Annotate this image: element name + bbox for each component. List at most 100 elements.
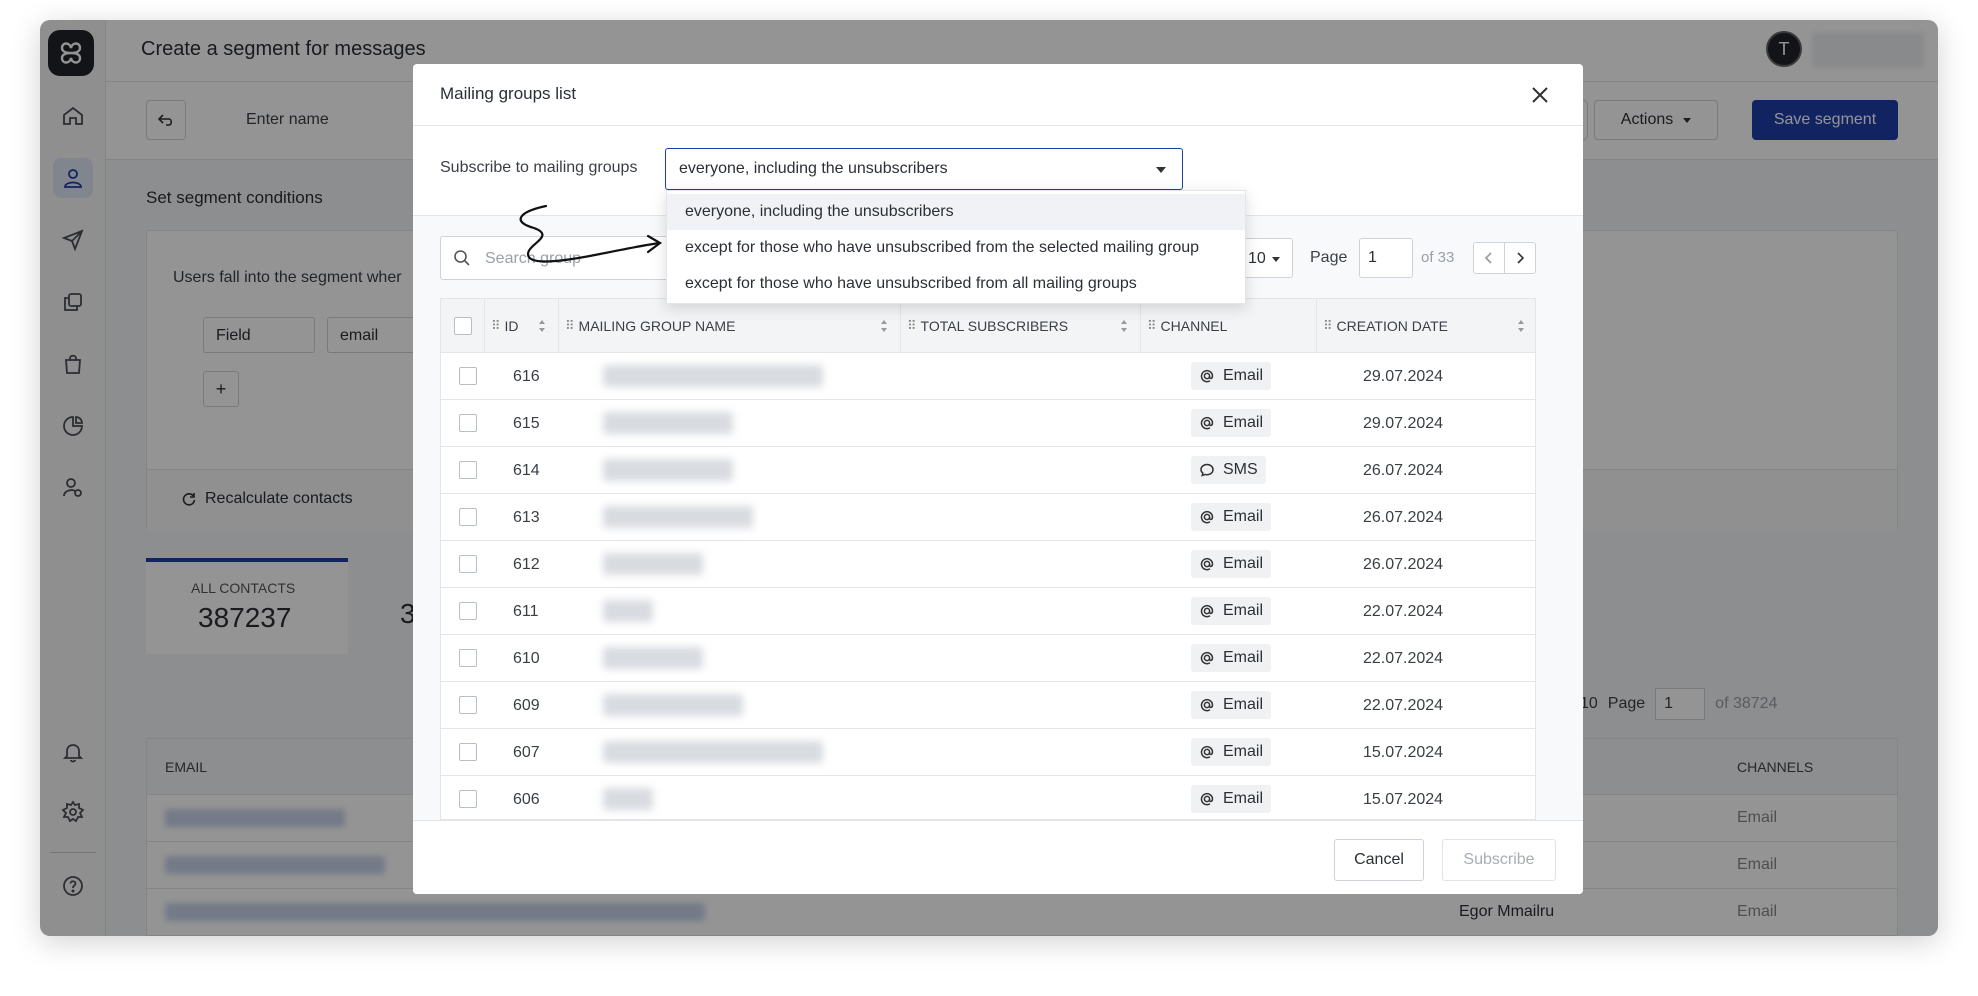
row-date: 29.07.2024 (1363, 368, 1444, 385)
row-date: 26.07.2024 (1363, 462, 1444, 479)
at-icon (1200, 745, 1214, 759)
page-label: Page (1310, 249, 1348, 266)
col-id[interactable]: ⠿ ID (485, 299, 559, 353)
table-row[interactable]: 609 Email 22.07.2024 (441, 682, 1535, 729)
modal-title: Mailing groups list (440, 84, 577, 103)
at-icon (1200, 604, 1214, 618)
row-id: 613 (513, 509, 540, 526)
option-everyone[interactable]: everyone, including the unsubscribers (667, 194, 1245, 230)
table-row[interactable]: 614 SMS 26.07.2024 (441, 447, 1535, 494)
close-icon[interactable] (1527, 82, 1553, 108)
sort-icon[interactable] (1517, 319, 1525, 333)
col-channel[interactable]: ⠿ CHANNEL (1141, 299, 1317, 353)
table-row[interactable]: 616 Email 29.07.2024 (441, 353, 1535, 400)
drag-handle-icon[interactable]: ⠿ (1147, 318, 1156, 334)
page-of: of 33 (1421, 249, 1455, 266)
channel-label: Email (1223, 696, 1264, 713)
col-date[interactable]: ⠿ CREATION DATE (1317, 299, 1535, 353)
select-all-checkbox[interactable] (453, 317, 472, 335)
row-date: 22.07.2024 (1363, 603, 1444, 620)
select-all-cell (441, 299, 485, 353)
blurred-group-name (603, 788, 653, 810)
table-row[interactable]: 610 Email 22.07.2024 (441, 635, 1535, 682)
sort-icon[interactable] (880, 319, 888, 333)
col-total-label: TOTAL SUBSCRIBERS (920, 318, 1069, 334)
channel-label: Email (1223, 790, 1264, 807)
row-id: 612 (513, 556, 540, 573)
option-except-selected-group[interactable]: except for those who have unsubscribed f… (667, 230, 1245, 266)
row-checkbox[interactable] (459, 602, 477, 620)
row-checkbox[interactable] (459, 508, 477, 526)
drag-handle-icon[interactable]: ⠿ (1323, 318, 1332, 334)
table-row[interactable]: 611 Email 22.07.2024 (441, 588, 1535, 635)
subscribe-mode-value: everyone, including the unsubscribers (679, 160, 948, 177)
row-checkbox[interactable] (459, 367, 477, 385)
channel-label: Email (1223, 743, 1264, 760)
table-row[interactable]: 613 Email 26.07.2024 (441, 494, 1535, 541)
at-icon (1200, 792, 1214, 806)
channel-badge: Email (1191, 362, 1272, 390)
row-checkbox[interactable] (459, 461, 477, 479)
sort-icon[interactable] (538, 319, 546, 333)
channel-label: Email (1223, 367, 1264, 384)
channel-badge: Email (1191, 785, 1272, 813)
table-row[interactable]: 615 Email 29.07.2024 (441, 400, 1535, 447)
table-row[interactable]: 612 Email 26.07.2024 (441, 541, 1535, 588)
col-channel-label: CHANNEL (1160, 318, 1228, 334)
row-checkbox[interactable] (459, 414, 477, 432)
row-checkbox[interactable] (459, 743, 477, 761)
row-checkbox[interactable] (459, 696, 477, 714)
subscribe-mode-dropdown: everyone, including the unsubscribers ex… (666, 190, 1246, 304)
drag-handle-icon[interactable]: ⠿ (565, 318, 574, 334)
table-row[interactable]: 606 Email 15.07.2024 (441, 776, 1535, 819)
at-icon (1200, 416, 1214, 430)
channel-badge: Email (1191, 409, 1272, 437)
modal-footer: Cancel Subscribe (413, 820, 1583, 894)
app-window: Create a segment for messages T Enter na… (40, 20, 1938, 936)
mailing-groups-table: ⠿ ID ⠿ MAILING GROUP NAME ⠿ TOTAL SUBSCR… (440, 298, 1536, 820)
row-date: 22.07.2024 (1363, 650, 1444, 667)
subscribe-mode-select[interactable]: everyone, including the unsubscribers (665, 148, 1183, 190)
col-name[interactable]: ⠿ MAILING GROUP NAME (559, 299, 901, 353)
row-checkbox[interactable] (459, 649, 477, 667)
table-row[interactable]: 607 Email 15.07.2024 (441, 729, 1535, 776)
chevron-right-icon (1517, 252, 1525, 264)
drag-handle-icon[interactable]: ⠿ (491, 318, 500, 334)
col-name-label: MAILING GROUP NAME (578, 318, 736, 334)
row-id: 616 (513, 368, 540, 385)
option-except-all-groups[interactable]: except for those who have unsubscribed f… (667, 266, 1245, 302)
row-checkbox[interactable] (459, 790, 477, 808)
blurred-group-name (603, 506, 753, 528)
at-icon (1200, 698, 1214, 712)
blurred-group-name (603, 694, 743, 716)
cancel-button[interactable]: Cancel (1334, 839, 1424, 881)
row-id: 607 (513, 744, 540, 761)
chat-icon (1200, 463, 1214, 477)
per-page-value: 10 (1248, 250, 1266, 267)
subscribe-button[interactable]: Subscribe (1442, 839, 1556, 881)
page-input[interactable]: 1 (1359, 238, 1413, 278)
at-icon (1200, 369, 1214, 383)
row-id: 611 (513, 603, 539, 620)
blurred-group-name (603, 365, 823, 387)
row-checkbox[interactable] (459, 555, 477, 573)
next-page-button[interactable] (1504, 242, 1536, 274)
sort-icon[interactable] (1120, 319, 1128, 333)
prev-page-button[interactable] (1473, 242, 1505, 274)
annotation-arrow-icon (519, 204, 662, 263)
row-date: 22.07.2024 (1363, 697, 1444, 714)
col-total[interactable]: ⠿ TOTAL SUBSCRIBERS (901, 299, 1141, 353)
mailing-groups-modal: Mailing groups list Subscribe to mailing… (413, 64, 1583, 894)
channel-badge: SMS (1191, 456, 1266, 484)
channel-label: Email (1223, 649, 1264, 666)
col-date-label: CREATION DATE (1336, 318, 1449, 334)
channel-label: Email (1223, 602, 1264, 619)
blurred-group-name (603, 741, 823, 763)
at-icon (1200, 651, 1214, 665)
channel-badge: Email (1191, 691, 1272, 719)
modal-header: Mailing groups list (413, 64, 1583, 126)
channel-label: Email (1223, 508, 1264, 525)
drag-handle-icon[interactable]: ⠿ (907, 318, 916, 334)
search-icon (454, 250, 470, 266)
channel-label: SMS (1223, 461, 1258, 478)
